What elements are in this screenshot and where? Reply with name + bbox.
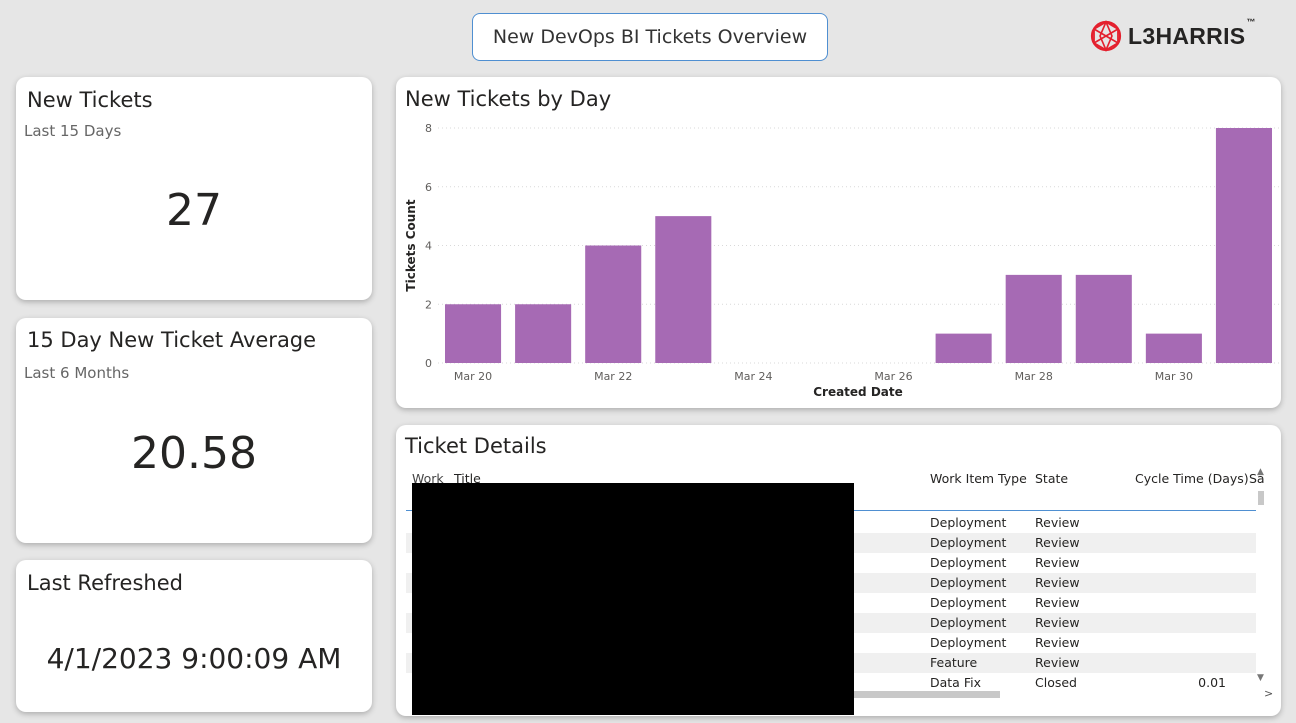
bar-mar-21 — [515, 304, 572, 363]
bar-mar-20 — [445, 304, 502, 363]
x-tick-label: Mar 26 — [874, 370, 912, 383]
col-header-state[interactable]: State — [1035, 471, 1068, 486]
average-card: 15 Day New Ticket Average Last 6 Months … — [16, 318, 372, 543]
scroll-up-icon[interactable]: ▲ — [1257, 467, 1264, 477]
redacted-region — [412, 483, 854, 715]
cell-work-item-type: Deployment — [930, 535, 1007, 550]
bar-mar-29 — [1075, 274, 1132, 363]
new-tickets-value: 27 — [166, 185, 222, 236]
vertical-scrollbar[interactable]: ▲ ▼ — [1254, 465, 1268, 685]
average-value: 20.58 — [131, 428, 257, 479]
bar-chart: 0 2 4 6 8 Mar 20 Mar 22 Mar 24 Mar 26 Mar 28 Mar 3… — [404, 122, 1279, 399]
x-axis-title: Created Date — [813, 385, 903, 399]
cell-work-item-type: Deployment — [930, 555, 1007, 570]
bar-mar-27 — [935, 333, 992, 363]
cell-work-item-type: Deployment — [930, 515, 1007, 530]
bar-mar-23 — [655, 216, 712, 363]
x-tick-label: Mar 24 — [734, 370, 772, 383]
scroll-right-icon[interactable]: > — [1264, 687, 1273, 700]
ticket-details-title: Ticket Details — [405, 434, 547, 458]
cell-state: Review — [1035, 575, 1080, 590]
scroll-down-icon[interactable]: ▼ — [1257, 673, 1264, 683]
y-tick-label: 0 — [425, 357, 432, 370]
x-tick-label: Mar 20 — [454, 370, 492, 383]
y-tick-label: 2 — [425, 298, 432, 311]
cell-state: Review — [1035, 615, 1080, 630]
col-header-work-item-type[interactable]: Work Item Type — [930, 471, 1027, 486]
l3harris-globe-icon — [1090, 20, 1122, 52]
y-tick-label: 6 — [425, 181, 432, 194]
cell-work-item-type: Deployment — [930, 615, 1007, 630]
cell-work-item-type: Feature — [930, 655, 978, 670]
chart-card: New Tickets by Day 0 2 4 6 8 Mar 20 Mar 22 Mar … — [396, 77, 1281, 408]
cell-state: Review — [1035, 535, 1080, 550]
l3harris-logo: L3HARRIS™ — [1090, 16, 1256, 54]
scroll-thumb-vertical[interactable] — [1258, 491, 1264, 505]
cell-state: Review — [1035, 595, 1080, 610]
x-tick-label: Mar 22 — [594, 370, 632, 383]
bar-mar-30 — [1145, 333, 1202, 363]
cell-state: Review — [1035, 655, 1080, 670]
x-tick-label: Mar 30 — [1155, 370, 1193, 383]
average-subtitle: Last 6 Months — [24, 364, 130, 382]
cell-state: Review — [1035, 635, 1080, 650]
average-title: 15 Day New Ticket Average — [27, 328, 317, 352]
y-tick-label: 8 — [425, 122, 432, 135]
col-header-cycle-time[interactable]: Cycle Time (Days) — [1135, 471, 1249, 486]
bar-mar-31 — [1215, 128, 1272, 363]
new-tickets-subtitle: Last 15 Days — [24, 122, 122, 140]
new-tickets-title: New Tickets — [27, 88, 153, 112]
bar-mar-28 — [1005, 274, 1062, 363]
y-axis-title: Tickets Count — [404, 199, 418, 291]
report-title: New DevOps BI Tickets Overview — [472, 13, 828, 61]
cell-work-item-type: Deployment — [930, 575, 1007, 590]
last-refreshed-title: Last Refreshed — [27, 571, 183, 595]
cell-state: Review — [1035, 515, 1080, 530]
cell-work-item-type: Deployment — [930, 635, 1007, 650]
x-tick-label: Mar 28 — [1015, 370, 1053, 383]
logo-wordmark: L3HARRIS™ — [1128, 16, 1256, 49]
bar-mar-22 — [585, 245, 642, 363]
cell-state: Review — [1035, 555, 1080, 570]
y-tick-label: 4 — [425, 240, 432, 253]
cell-work-item-type: Deployment — [930, 595, 1007, 610]
last-refreshed-card: Last Refreshed 4/1/2023 9:00:09 AM — [16, 560, 372, 712]
last-refreshed-value: 4/1/2023 9:00:09 AM — [46, 642, 342, 675]
new-tickets-card: New Tickets Last 15 Days 27 — [16, 77, 372, 300]
